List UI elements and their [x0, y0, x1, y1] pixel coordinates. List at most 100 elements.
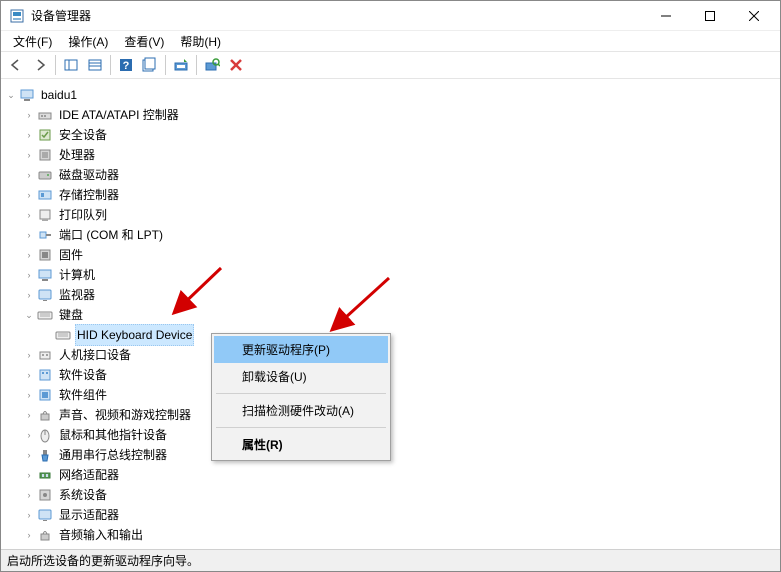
- forward-button[interactable]: [29, 54, 51, 76]
- menu-uninstall-device[interactable]: 卸载设备(U): [214, 363, 388, 390]
- tree-item-label: 音频输入和输出: [57, 525, 145, 545]
- device-icon: [37, 387, 53, 403]
- show-hide-console-button[interactable]: [60, 54, 82, 76]
- expand-icon[interactable]: ›: [23, 165, 35, 185]
- menu-file[interactable]: 文件(F): [5, 31, 60, 52]
- uninstall-button[interactable]: [225, 54, 247, 76]
- tree-item[interactable]: › 磁盘驱动器: [1, 165, 780, 185]
- menu-action[interactable]: 操作(A): [60, 31, 116, 52]
- statusbar-text: 启动所选设备的更新驱动程序向导。: [7, 552, 199, 569]
- collapse-icon[interactable]: ⌄: [5, 85, 17, 105]
- menu-separator: [216, 393, 386, 394]
- update-driver-button[interactable]: [170, 54, 192, 76]
- device-icon: [37, 167, 53, 183]
- tree-item-label: 软件组件: [57, 385, 109, 405]
- expand-icon[interactable]: ›: [23, 105, 35, 125]
- tree-item[interactable]: ›系统设备: [1, 485, 780, 505]
- menu-view[interactable]: 查看(V): [116, 31, 172, 52]
- device-icon: [37, 147, 53, 163]
- expand-icon[interactable]: ›: [23, 145, 35, 165]
- menu-help[interactable]: 帮助(H): [172, 31, 229, 52]
- tree-item-label: HID Keyboard Device: [75, 324, 194, 346]
- expand-icon[interactable]: ›: [23, 465, 35, 485]
- expand-icon[interactable]: ›: [23, 245, 35, 265]
- maximize-button[interactable]: [688, 2, 732, 30]
- collapse-icon[interactable]: ⌄: [23, 305, 35, 325]
- expand-icon[interactable]: ›: [23, 285, 35, 305]
- scan-hardware-button[interactable]: [201, 54, 223, 76]
- tree-root-label: baidu1: [39, 85, 79, 105]
- tree-item[interactable]: › IDE ATA/ATAPI 控制器: [1, 105, 780, 125]
- tree-root[interactable]: ⌄ baidu1: [1, 85, 780, 105]
- device-icon: [37, 447, 53, 463]
- tree-item-label: 监视器: [57, 285, 97, 305]
- device-icon: [37, 247, 53, 263]
- toolbar-separator: [165, 55, 166, 75]
- device-icon: [37, 107, 53, 123]
- close-button[interactable]: [732, 2, 776, 30]
- device-icon: [37, 347, 53, 363]
- expand-icon[interactable]: ›: [23, 125, 35, 145]
- tree-item[interactable]: › 打印队列: [1, 205, 780, 225]
- tree-item-label: 通用串行总线控制器: [57, 445, 169, 465]
- device-tree[interactable]: ⌄ baidu1 ›IDE ATA/ATAPI 控制器›安全设备›处理器›磁盘驱…: [1, 81, 780, 549]
- device-icon: [37, 487, 53, 503]
- statusbar: 启动所选设备的更新驱动程序向导。: [1, 549, 780, 571]
- expand-icon[interactable]: ›: [23, 485, 35, 505]
- tree-item-label: 磁盘驱动器: [57, 165, 121, 185]
- device-icon: [37, 407, 53, 423]
- expand-icon[interactable]: ›: [23, 265, 35, 285]
- toolbar: ?: [1, 51, 780, 79]
- menu-update-driver[interactable]: 更新驱动程序(P): [214, 336, 388, 363]
- tree-item-label: 打印队列: [57, 205, 109, 225]
- expand-icon[interactable]: ›: [23, 425, 35, 445]
- expand-icon[interactable]: ›: [23, 185, 35, 205]
- computer-icon: [19, 87, 35, 103]
- details-button[interactable]: [84, 54, 106, 76]
- tree-item-keyboard[interactable]: ⌄ 键盘: [1, 305, 780, 325]
- expand-icon[interactable]: ›: [23, 505, 35, 525]
- tree-item[interactable]: ›存储控制器: [1, 185, 780, 205]
- toolbar-separator: [110, 55, 111, 75]
- tree-item[interactable]: ›计算机: [1, 265, 780, 285]
- minimize-button[interactable]: [644, 2, 688, 30]
- device-icon: [37, 127, 53, 143]
- tree-item-label: 键盘: [57, 305, 85, 325]
- tree-item[interactable]: › 监视器: [1, 285, 780, 305]
- tree-item[interactable]: ›网络适配器: [1, 465, 780, 485]
- toolbar-separator: [55, 55, 56, 75]
- window-title: 设备管理器: [31, 7, 644, 24]
- back-button[interactable]: [5, 54, 27, 76]
- tree-item[interactable]: ›处理器: [1, 145, 780, 165]
- menu-properties[interactable]: 属性(R): [214, 431, 388, 458]
- expand-icon[interactable]: ›: [23, 345, 35, 365]
- expand-icon[interactable]: ›: [23, 365, 35, 385]
- svg-text:?: ?: [123, 60, 130, 72]
- device-icon: [37, 187, 53, 203]
- properties-button[interactable]: [139, 54, 161, 76]
- expand-icon[interactable]: ›: [23, 205, 35, 225]
- tree-item-label: IDE ATA/ATAPI 控制器: [57, 105, 181, 125]
- menu-scan-hardware[interactable]: 扫描检测硬件改动(A): [214, 397, 388, 424]
- device-icon: [37, 527, 53, 543]
- tree-item[interactable]: › 端口 (COM 和 LPT): [1, 225, 780, 245]
- tree-item[interactable]: ›显示适配器: [1, 505, 780, 525]
- expand-icon[interactable]: ›: [23, 405, 35, 425]
- keyboard-icon: [55, 327, 71, 343]
- expand-icon[interactable]: ›: [23, 385, 35, 405]
- device-icon: [37, 287, 53, 303]
- context-menu: 更新驱动程序(P) 卸载设备(U) 扫描检测硬件改动(A) 属性(R): [211, 333, 391, 461]
- tree-item-label: 声音、视频和游戏控制器: [57, 405, 193, 425]
- tree-item-label: 端口 (COM 和 LPT): [57, 225, 165, 245]
- tree-item[interactable]: › 固件: [1, 245, 780, 265]
- tree-item[interactable]: › 音频输入和输出: [1, 525, 780, 545]
- tree-item[interactable]: › 安全设备: [1, 125, 780, 145]
- expand-icon[interactable]: ›: [23, 525, 35, 545]
- help-button[interactable]: ?: [115, 54, 137, 76]
- app-icon: [9, 8, 25, 24]
- expand-icon[interactable]: ›: [23, 225, 35, 245]
- tree-item-label: 安全设备: [57, 125, 109, 145]
- expand-icon[interactable]: ›: [23, 445, 35, 465]
- tree-item-label: 固件: [57, 245, 85, 265]
- menu-separator: [216, 427, 386, 428]
